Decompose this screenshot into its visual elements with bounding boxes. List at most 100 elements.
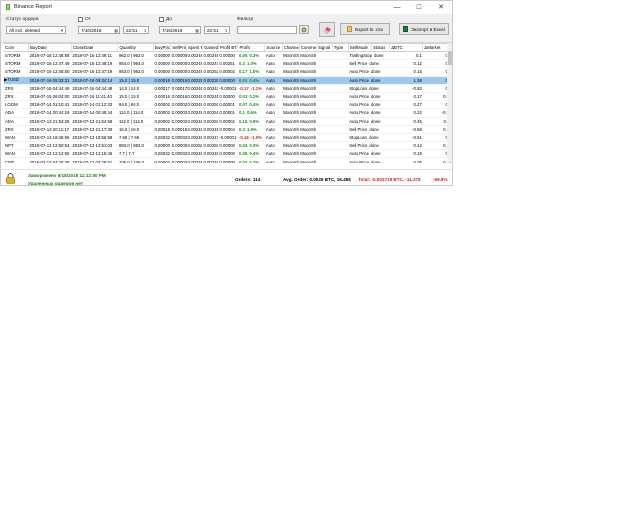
cell-spent: 0.00241	[186, 125, 203, 134]
table-row[interactable]: STORM 2018-07-16 12:45:50 2018-07-16 12:47…	[4, 67, 452, 77]
cell-sig	[316, 51, 333, 61]
table-row[interactable]: ADA 2018-07-13 21:53:29 2018-07-13 21:54:5…	[4, 117, 452, 126]
column-header[interactable]: Profit	[237, 44, 266, 52]
orders-grid[interactable]: CoinBuyDateCloseDateQuantityBuyPriceSell…	[4, 43, 452, 163]
cell-type	[332, 117, 349, 126]
cell-pbtc: 0.00251	[218, 59, 238, 69]
cell-qty: 953.0 | 953.0	[117, 67, 154, 77]
column-header[interactable]: Signal	[316, 44, 333, 52]
sell-mode-value: Auto Price	[349, 118, 370, 124]
column-header[interactable]: SellMode	[348, 44, 372, 52]
maximize-button[interactable]: ☐	[409, 1, 429, 13]
status-dropdown[interactable]: All incl. deleted ▼	[6, 26, 66, 34]
export-excel-button[interactable]: Экспорт в Excel	[399, 23, 449, 35]
table-row[interactable]: CMT 2018-07-13 04:26:28 2018-07-13 04:28:5…	[4, 157, 452, 163]
apply-filter-button[interactable]	[299, 25, 309, 34]
cell-profit: 0.15 0.9%	[237, 117, 265, 126]
csv-file-icon	[347, 26, 353, 32]
profit-value: 0.03	[238, 77, 248, 83]
sell-mode-value: Auto Price	[349, 159, 370, 163]
close-button[interactable]: ✕	[431, 1, 451, 13]
table-row[interactable]: STORM 2018-07-16 12:47:49 2018-07-16 12:48…	[4, 59, 452, 69]
status-value: done	[371, 151, 381, 157]
table-row[interactable]: ZRX 2018-07-15 06:04:00 2018-07-16 11:41:4…	[4, 92, 452, 102]
cell-dbtc: 0.45	[389, 117, 423, 126]
column-header[interactable]: Comment	[299, 44, 317, 52]
column-header[interactable]: SellPrice	[170, 44, 188, 52]
from-date-picker[interactable]: 7/10/2018 ▦	[78, 26, 120, 34]
cell-ch: MoonShot	[282, 51, 300, 61]
cell-dbtc: 0.27	[389, 100, 423, 110]
cell-sp: 0.00000	[170, 67, 187, 77]
table-row[interactable]: ADA 2018-07-14 00:44:19 2018-07-14 00:45:4…	[4, 108, 452, 118]
cell-spent: 0.00249	[186, 51, 203, 61]
column-header[interactable]: CloseDate	[71, 44, 119, 52]
from-time-picker[interactable]: 22:51 ⇕	[123, 26, 149, 34]
cell-buy: 2018-07-16 12:45:50	[28, 67, 72, 77]
cell-mode: Auto Price done	[348, 92, 390, 102]
cell-bp: 0.00015	[153, 76, 171, 85]
cell-spent: 0.00248	[186, 117, 203, 126]
profit-percent: 0.4%	[249, 102, 260, 108]
cell-spent: 0.00249	[186, 67, 203, 77]
column-header[interactable]: BuyDate	[28, 44, 72, 52]
column-header[interactable]: Spent BTC	[186, 44, 203, 52]
cell-sig	[316, 157, 333, 163]
export-csv-button[interactable]: Export to .csv	[340, 23, 390, 35]
table-row[interactable]: WAN 2018-07-13 12:12:50 2018-07-13 12:15:4…	[4, 149, 452, 159]
column-header[interactable]: Profit BTC	[218, 44, 239, 52]
table-row[interactable]: STORM 2018-07-16 12:48:58 2018-07-16 12:49…	[4, 51, 452, 61]
cell-coin: STORM	[4, 59, 29, 69]
profit-percent: 1.9%	[246, 126, 257, 132]
cell-profit: 0.03 0.2%	[237, 157, 265, 163]
cell-buy: 2018-07-16 12:48:58	[28, 51, 72, 61]
to-checkbox[interactable]	[159, 17, 164, 22]
column-header[interactable]: Status	[371, 44, 391, 52]
column-header[interactable]: Coin	[4, 44, 29, 52]
profit-value: 0.1	[238, 110, 245, 116]
column-header[interactable]: BuyPrice	[153, 44, 172, 52]
cell-mode: Sell Price done	[348, 59, 390, 69]
status-label: Статус ордера	[6, 17, 39, 22]
column-header[interactable]: Type	[332, 44, 349, 52]
to-time-picker[interactable]: 22:51 ⇕	[204, 26, 230, 34]
cell-gained: 0.00251	[202, 108, 219, 118]
table-row[interactable]: ▶TUSD 2018-07-16 09:33:31 2018-07-16 09:34…	[4, 76, 452, 85]
table-row[interactable]: WAN 2018-07-13 18:46:55 2018-07-13 18:56:5…	[4, 133, 452, 143]
excel-icon	[403, 26, 409, 32]
table-row[interactable]: NPT 2018-07-13 12:50:53 2018-07-13 12:51:0…	[4, 141, 452, 151]
profit-percent: 0.9%	[249, 118, 260, 124]
filter-input[interactable]	[237, 26, 297, 34]
from-checkbox[interactable]	[78, 17, 83, 22]
to-date-picker[interactable]: 7/16/2018 ▦	[159, 26, 201, 34]
cell-sp: 0.00015	[170, 125, 187, 134]
minimize-button[interactable]: —	[387, 1, 407, 13]
table-row[interactable]: LOOM 2018-07-14 01:10:41 2018-07-14 01:12:…	[4, 100, 452, 110]
cell-coin: ADA	[4, 117, 29, 126]
column-header[interactable]: Source	[264, 44, 283, 52]
cell-close: 2018-07-16 04:44:48	[71, 84, 118, 93]
status-bar: Заморожено 6/18/2018 11:12:00 PM Удаленн…	[1, 169, 452, 185]
profit-percent: -1.1%	[250, 85, 262, 91]
column-header[interactable]: Quantity	[117, 44, 154, 52]
scrollbar-thumb[interactable]	[448, 51, 452, 65]
cell-gained: 0.00250	[202, 100, 219, 110]
cell-type	[332, 84, 349, 93]
column-header[interactable]: ∆BTC	[389, 44, 424, 52]
column-header[interactable]: Channel	[282, 44, 300, 52]
cell-profit: 0.1 0.6%	[237, 108, 265, 118]
cell-coin: NPT	[4, 141, 29, 151]
table-row[interactable]: ZRX 2018-07-16 04:44:49 2018-07-16 04:44:4…	[4, 84, 452, 93]
cell-src: Auto	[264, 59, 283, 69]
cell-src: Auto	[264, 157, 283, 163]
cell-pbtc: 0.00000	[218, 92, 238, 102]
cell-qty: 962.0 | 962.0	[117, 51, 154, 61]
cell-cm: MoonShot	[299, 133, 317, 143]
cell-qty: 15.0 | 15.0	[117, 76, 154, 85]
vertical-scrollbar[interactable]	[447, 43, 452, 162]
saved-status: Заморожено 6/18/2018 11:12:00 PM	[28, 173, 106, 178]
table-row[interactable]: ZRX 2018-07-13 20:11:17 2018-07-13 21:17:3…	[4, 125, 452, 134]
clear-button[interactable]	[319, 22, 335, 37]
cell-buy: 2018-07-13 21:53:29	[28, 117, 72, 126]
column-header[interactable]: Gained BTC	[202, 44, 219, 52]
